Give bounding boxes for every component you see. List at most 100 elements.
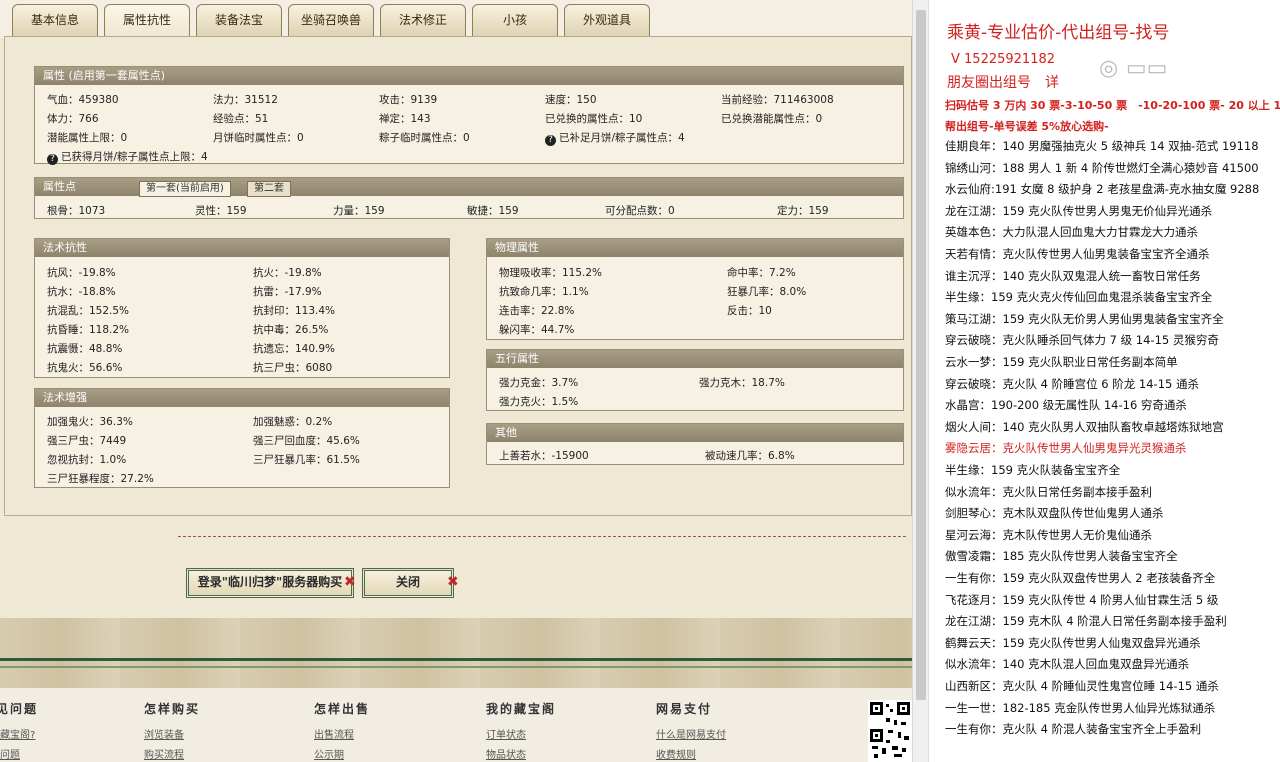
tab-appearance[interactable]: 外观道具 — [564, 4, 650, 38]
footer-link[interactable]: 购买流程 — [144, 746, 184, 761]
attributes-box: 属性 (启用第一套属性点) 气血：459380 法力：31512 攻击：9139… — [34, 66, 904, 165]
footer-heading-buy: 怎样购买 — [144, 702, 201, 716]
footer-link[interactable]: 浏览装备 — [144, 726, 184, 741]
footer-link[interactable]: 公示期 — [314, 746, 344, 761]
account-listing: 山西新区：克火队 4 阶睡仙灵性鬼宫位睡 14-15 通杀 — [945, 679, 1219, 693]
point-focus: 定力：159 — [777, 205, 829, 217]
attr-note: ? 已获得月饼/粽子属性点上限：4 — [47, 149, 208, 165]
tab-basic-info[interactable]: 基本信息 — [12, 4, 98, 38]
point-agility: 敏捷：159 — [467, 205, 519, 217]
close-icon: ✖ — [344, 574, 356, 590]
account-listing: 雾隐云居：克火队传世男人仙男鬼异光灵猴通杀 — [945, 441, 1187, 456]
subtab-set-2[interactable]: 第二套 — [247, 181, 291, 197]
attr-attack: 攻击：9139 — [379, 94, 438, 106]
resist-cell: 抗水：-18.8% — [47, 286, 116, 298]
footer-link[interactable]: 订单状态 — [486, 726, 526, 741]
band-stripe — [0, 666, 912, 668]
attr-hp: 气血：459380 — [47, 94, 119, 106]
boost-cell: 强三尸虫：7449 — [47, 435, 127, 447]
footer-link[interactable]: 物品状态 — [486, 746, 526, 761]
account-listing: 半生缘：159 克火克火传仙回血鬼混杀装备宝宝齐全 — [945, 290, 1213, 305]
attr-mooncake-temp: 月饼临时属性点：0 — [213, 132, 304, 144]
account-listing: 一生一世：182-185 克金队传世男人仙异光炼狱通杀 — [945, 700, 1216, 715]
point-constitution: 根骨：1073 — [47, 205, 106, 217]
account-listing: 云水一梦：159 克火队职业日常任务副本简单 — [945, 355, 1178, 369]
attr-speed: 速度：150 — [545, 94, 597, 106]
resist-cell: 抗昏睡：118.2% — [47, 324, 130, 336]
attr-redeemed: 已兑换的属性点：10 — [545, 113, 643, 125]
boost-cell: 忽视抗封：1.0% — [47, 454, 127, 466]
account-listing: 谁主沉浮：140 克火队双鬼混人统一畜牧日常任务 — [945, 268, 1201, 283]
qr-code-icon — [868, 700, 912, 762]
resist-cell: 抗震慑：48.8% — [47, 343, 123, 355]
resist-cell: 抗风：-19.8% — [47, 267, 116, 279]
attr-meditation: 禅定：143 — [379, 113, 431, 125]
tab-attributes[interactable]: 属性抗性 — [104, 4, 190, 38]
close-icon: ✖ — [447, 574, 459, 590]
attr-potential-cap: 潜能属性上限：0 — [47, 132, 128, 144]
account-listing: 星河云海：克木队传世男人无价鬼仙通杀 — [945, 527, 1152, 542]
resist-cell: 抗三尸虫：6080 — [253, 362, 333, 374]
account-listing: 飞花逐月：159 克火队传世 4 阶男人仙甘霖生活 5 级 — [945, 592, 1219, 607]
tab-mounts-pets[interactable]: 坐骑召唤兽 — [288, 4, 374, 38]
footer-link[interactable]: 问题 — [0, 746, 20, 761]
footer-heading-pay: 网易支付 — [656, 702, 713, 716]
other-box: 其他 上善若水：-15900 被动速几率：6.8% — [486, 423, 904, 465]
panel-title: 乘黄-专业估价-代出组号-找号 — [947, 23, 1170, 43]
resist-cell: 抗火：-19.8% — [253, 267, 322, 279]
physical-cell: 抗致命几率：1.1% — [499, 286, 589, 298]
physical-cell: 狂暴几率：8.0% — [727, 286, 807, 298]
boost-cell: 三尸狂暴程度：27.2% — [47, 473, 154, 485]
price-note: 扫码估号 3 万内 30 票-3-10-50 票 -10-20-100 票- 2… — [945, 99, 1280, 112]
attr-zongzi-temp: 粽子临时属性点：0 — [379, 132, 470, 144]
physical-cell: 连击率：22.8% — [499, 305, 575, 317]
question-icon[interactable]: ? — [545, 135, 556, 146]
price-list-panel: 乘黄-专业估价-代出组号-找号 V 15225921182 朋友圈出组号 详 ◎… — [928, 0, 1280, 762]
account-listing: 一生有你：159 克火队双盘传世男人 2 老孩装备齐全 — [945, 571, 1216, 585]
boost-cell: 加强鬼火：36.3% — [47, 416, 133, 428]
decorative-band — [0, 618, 912, 688]
attr-note-label: 已获得月饼/粽子属性点上限：4 — [61, 151, 208, 163]
attr-stamina: 体力：766 — [47, 113, 99, 125]
account-listing: 天若有情：克火队传世男人仙男鬼装备宝宝齐全通杀 — [945, 247, 1210, 261]
boost-cell: 三尸狂暴几率：61.5% — [253, 454, 360, 466]
subtab-set-1[interactable]: 第一套(当前启用) — [139, 181, 231, 197]
wuxing-cell: 强力克火：1.5% — [499, 396, 579, 408]
scrollbar[interactable] — [912, 0, 928, 762]
spell-resist-title: 法术抗性 — [35, 239, 449, 257]
attr-filled-points: ? 已补足月饼/粽子属性点：4 — [545, 130, 685, 146]
footer-link[interactable]: 出售流程 — [314, 726, 354, 741]
account-listing: 水云仙府:191 女魔 8 级护身 2 老孩星盘满-克水抽女魔 9288 — [945, 182, 1260, 197]
account-listing: 水晶宫：190-200 级无属性队 14-16 穷奇通杀 — [945, 398, 1187, 413]
physical-box: 物理属性 物理吸收率：115.2% 命中率：7.2% 抗致命几率：1.1% 狂暴… — [486, 238, 904, 340]
physical-title: 物理属性 — [487, 239, 903, 257]
wuxing-box: 五行属性 强力克金：3.7% 强力克木：18.7% 强力克火：1.5% — [486, 349, 904, 411]
tab-children[interactable]: 小孩 — [472, 4, 558, 38]
tab-equipment[interactable]: 装备法宝 — [196, 4, 282, 38]
attr-redeemed-potential: 已兑换潜能属性点：0 — [721, 113, 823, 125]
scrollbar-thumb[interactable] — [916, 10, 926, 700]
footer-heading-faq: 见问题 — [0, 702, 39, 716]
other-cell: 上善若水：-15900 — [499, 450, 589, 462]
resist-cell: 抗中毒：26.5% — [253, 324, 329, 336]
account-listing: 穿云破晓：克火队 4 阶睡宫位 6 阶龙 14-15 通杀 — [945, 376, 1199, 391]
footer-link[interactable]: 什么是网易支付 — [656, 726, 726, 741]
physical-cell: 命中率：7.2% — [727, 267, 796, 279]
account-listing: 龙在江湖：159 克木队 4 阶混人日常任务副本接手盈利 — [945, 614, 1227, 629]
resist-cell: 抗雷：-17.9% — [253, 286, 322, 298]
footer-link[interactable]: 收费规则 — [656, 746, 696, 761]
close-button[interactable]: 关闭 — [362, 568, 454, 598]
tab-spell-mod[interactable]: 法术修正 — [380, 4, 466, 38]
footer-link[interactable]: 藏宝阁? — [0, 726, 35, 741]
wuxing-cell: 强力克木：18.7% — [699, 377, 785, 389]
account-listing: 英雄本色：大力队混人回血鬼大力甘霖龙大力通杀 — [945, 225, 1198, 240]
account-listing: 似水流年：140 克木队混人回血鬼双盘异光通杀 — [945, 657, 1190, 672]
point-strength: 力量：159 — [333, 205, 385, 217]
resist-cell: 抗鬼火：56.6% — [47, 362, 123, 374]
points-box: 属性点 第一套(当前启用) 第二套 根骨：1073 灵性：159 力量：159 … — [34, 177, 904, 219]
account-listing: 龙在江湖：159 克火队传世男人男鬼无价仙异光通杀 — [945, 203, 1213, 218]
wuxing-title: 五行属性 — [487, 350, 903, 368]
login-buy-button[interactable]: 登录"临川归梦"服务器购买 — [186, 568, 354, 598]
question-icon[interactable]: ? — [47, 154, 58, 165]
tab-bar: 基本信息 属性抗性 装备法宝 坐骑召唤兽 法术修正 小孩 外观道具 — [0, 0, 912, 38]
